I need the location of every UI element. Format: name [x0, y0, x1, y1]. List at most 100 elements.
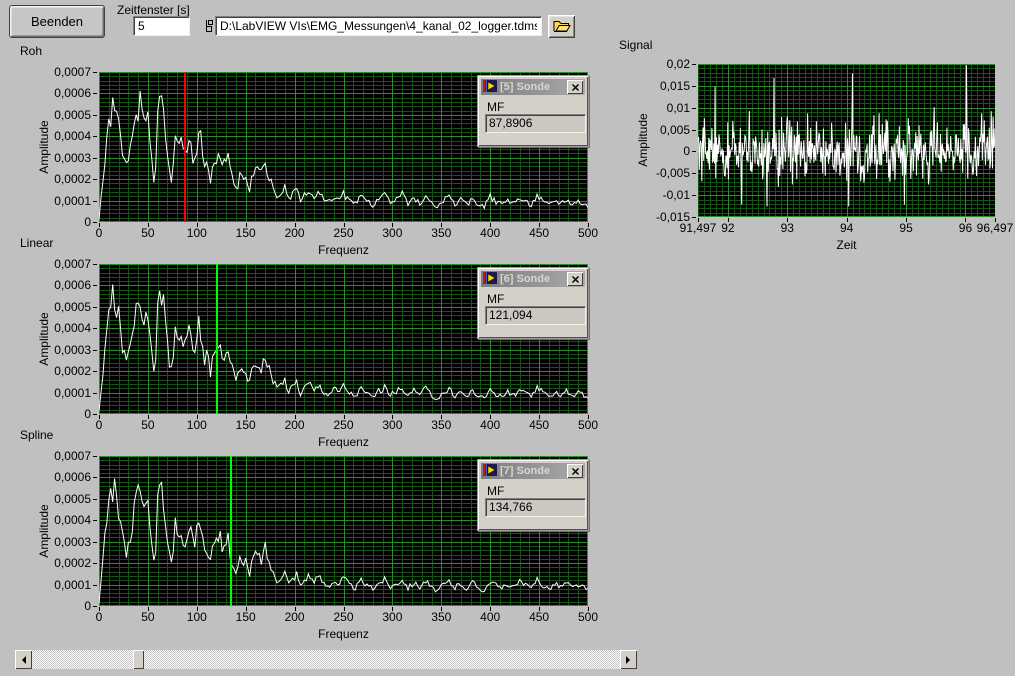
tick-mark: [93, 307, 97, 308]
zeitfenster-input[interactable]: [133, 16, 190, 36]
tick-mark: [197, 223, 198, 227]
probe-field-label: MF: [487, 484, 504, 498]
tick-mark: [93, 179, 97, 180]
probe-title: [5] Sonde: [500, 81, 564, 93]
tick-mark: [93, 72, 97, 73]
tick-label: 0: [96, 611, 103, 623]
tick-label: 0,0007: [36, 450, 91, 462]
probe-value-field[interactable]: 121,094: [485, 306, 586, 325]
browse-button[interactable]: [548, 15, 575, 38]
tick-label: 350: [431, 611, 451, 623]
tick-mark: [197, 607, 198, 611]
tick-label: 0,0007: [36, 258, 91, 270]
probe-titlebar[interactable]: [5] Sonde: [481, 79, 585, 95]
tick-mark: [197, 415, 198, 419]
labview-front-panel: Beenden Zeitfenster [s] Roh Amplitude Fr…: [0, 0, 1015, 676]
tick-label: 92: [721, 222, 734, 234]
tick-label: -0,01: [635, 189, 690, 201]
probe-titlebar[interactable]: [6] Sonde: [481, 271, 585, 287]
tick-mark: [93, 542, 97, 543]
tick-mark: [539, 607, 540, 611]
tick-mark: [246, 223, 247, 227]
tick-label: 0,005: [635, 124, 690, 136]
tick-label: 95: [899, 222, 912, 234]
tick-mark: [344, 415, 345, 419]
probe-value: 87,8906: [489, 116, 532, 130]
tick-mark: [692, 173, 696, 174]
probe-window-5[interactable]: [5] Sonde MF 87,8906: [477, 75, 589, 147]
close-button[interactable]: [567, 464, 583, 478]
probe-window-6[interactable]: [6] Sonde MF 121,094: [477, 267, 589, 339]
signal-plot-area[interactable]: [698, 64, 995, 217]
probe-value-field[interactable]: 87,8906: [485, 114, 586, 133]
tick-mark: [93, 222, 97, 223]
probe-title: [6] Sonde: [500, 273, 564, 285]
probe-field-label: MF: [487, 292, 504, 306]
x-axis-label: Frequenz: [99, 627, 588, 641]
tick-label: 0,0004: [36, 130, 91, 142]
horizontal-scrollbar[interactable]: [15, 650, 637, 669]
tick-mark: [441, 607, 442, 611]
tick-label: 0,01: [635, 102, 690, 114]
tick-label: 450: [529, 611, 549, 623]
tick-mark: [692, 86, 696, 87]
scroll-right-button[interactable]: [620, 650, 637, 669]
graph-title: Roh: [20, 44, 42, 58]
probe-icon: [483, 80, 497, 95]
tick-label: 0,0006: [36, 87, 91, 99]
tick-mark: [93, 563, 97, 564]
close-button[interactable]: [567, 272, 583, 286]
tick-label: -0,005: [635, 167, 690, 179]
tick-label: 0,0003: [36, 152, 91, 164]
close-button[interactable]: [567, 80, 583, 94]
tick-mark: [93, 371, 97, 372]
tick-label: 100: [187, 611, 207, 623]
scroll-left-button[interactable]: [15, 650, 32, 669]
tick-mark: [99, 607, 100, 611]
probe-field-label: MF: [487, 100, 504, 114]
tick-mark: [692, 108, 696, 109]
file-path-input[interactable]: [215, 16, 542, 36]
tick-label: 0,015: [635, 80, 690, 92]
scrollbar-track[interactable]: [32, 650, 620, 669]
tick-mark: [692, 64, 696, 65]
probe-value: 134,766: [489, 500, 532, 514]
tick-mark: [93, 264, 97, 265]
tick-label: 300: [382, 611, 402, 623]
tick-mark: [246, 607, 247, 611]
y-axis-label: Amplitude: [37, 312, 51, 365]
tick-mark: [148, 607, 149, 611]
tick-mark: [392, 607, 393, 611]
scrollbar-thumb[interactable]: [133, 650, 144, 669]
tick-label: 50: [141, 611, 154, 623]
tick-mark: [93, 328, 97, 329]
tick-mark: [441, 415, 442, 419]
tick-label: 0,0003: [36, 344, 91, 356]
probe-titlebar[interactable]: [7] Sonde: [481, 463, 585, 479]
probe-icon: [483, 272, 497, 287]
tick-mark: [99, 415, 100, 419]
x-axis-label: Zeit: [698, 238, 995, 252]
tick-mark: [692, 151, 696, 152]
tick-mark: [692, 217, 696, 218]
tick-mark: [392, 223, 393, 227]
probe-window-7[interactable]: [7] Sonde MF 134,766: [477, 459, 589, 531]
tick-label: 0,0005: [36, 493, 91, 505]
tick-mark: [441, 223, 442, 227]
tick-mark: [392, 415, 393, 419]
tick-mark: [588, 415, 589, 419]
tick-mark: [588, 607, 589, 611]
tick-label: 0,0002: [36, 365, 91, 377]
tick-mark: [93, 93, 97, 94]
tick-mark: [692, 195, 696, 196]
tick-label: 94: [840, 222, 853, 234]
zeitfenster-label: Zeitfenster [s]: [117, 3, 190, 17]
probe-value-field[interactable]: 134,766: [485, 498, 586, 517]
folder-open-icon: [553, 19, 571, 35]
tick-mark: [995, 218, 996, 222]
tick-mark: [295, 223, 296, 227]
graph-signal: Signal Amplitude Zeit 91,497929394959696…: [615, 38, 1015, 254]
tick-label: 400: [480, 611, 500, 623]
tick-label: 0,0001: [36, 579, 91, 591]
quit-button[interactable]: Beenden: [9, 5, 105, 38]
